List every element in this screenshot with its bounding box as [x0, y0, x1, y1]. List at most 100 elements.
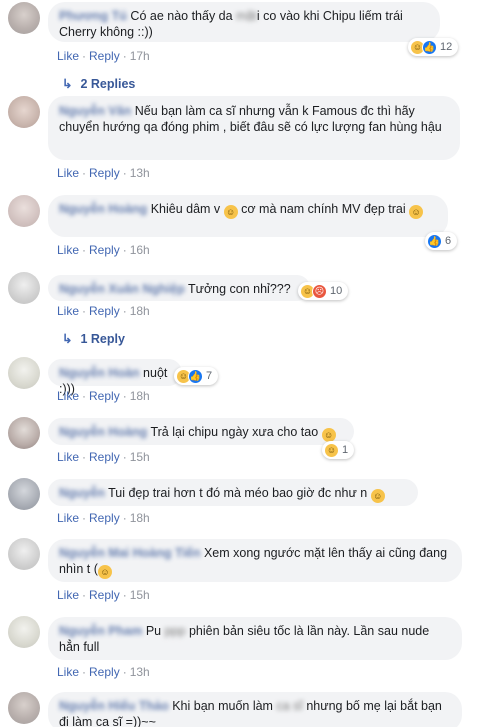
reply-link[interactable]: Reply [89, 166, 120, 180]
timestamp[interactable]: 18h [130, 304, 150, 318]
reaction-summary[interactable]: ☺ 1 [322, 441, 355, 459]
commenter-name[interactable]: Nguyễn Hiếu Thảo [59, 699, 169, 713]
separator: · [82, 389, 87, 403]
commenter-name[interactable]: Nguyễn Hoàn [59, 366, 140, 380]
like-link[interactable]: Like [57, 304, 79, 318]
like-reaction-icon: 👍 [422, 39, 437, 55]
comment-bubble: Nguyễn Hoàng Trả lại chipu ngày xưa cho … [48, 418, 354, 445]
comment-text: Tưởng con nhỉ??? [187, 282, 291, 296]
comment-text: Pu [145, 624, 165, 638]
comment-actions: Like · Reply · 17h [57, 49, 150, 63]
avatar[interactable] [8, 272, 40, 304]
commenter-name[interactable]: Nguyễn Pham [59, 624, 142, 638]
separator: · [122, 304, 127, 318]
reply-arrow-icon: ↳ [62, 77, 73, 91]
like-link[interactable]: Like [57, 166, 79, 180]
comment-actions: Like · Reply · 13h [57, 665, 150, 679]
comment-actions: Like · Reply · 18h [57, 511, 150, 525]
avatar[interactable] [8, 357, 40, 389]
avatar[interactable] [8, 417, 40, 449]
separator: · [82, 588, 87, 602]
comment-bubble: Nguyễn Hoàn nuột :))) [48, 359, 182, 396]
smile-emoji-icon: ☺ [223, 205, 238, 219]
separator: · [82, 665, 87, 679]
like-link[interactable]: Like [57, 450, 79, 464]
reaction-summary[interactable]: ☺ ☹ 10 [298, 282, 349, 300]
separator: · [122, 49, 127, 63]
avatar[interactable] [8, 195, 40, 227]
comment-bubble: Nguyễn Pham Pu ppp phiên bản siêu tốc là… [48, 617, 462, 660]
comment-actions: Like · Reply · 16h [57, 243, 150, 257]
reply-link[interactable]: Reply [89, 450, 120, 464]
view-replies-link[interactable]: ↳ 2 Replies [62, 76, 135, 91]
blurred-word: mặt [236, 9, 257, 23]
blurred-word: ca sĩ [276, 699, 303, 713]
like-link[interactable]: Like [57, 49, 79, 63]
reply-link[interactable]: Reply [89, 49, 120, 63]
avatar[interactable] [8, 692, 40, 724]
commenter-name[interactable]: Phương Tú [59, 9, 127, 23]
reply-link[interactable]: Reply [89, 665, 120, 679]
reply-link[interactable]: Reply [89, 511, 120, 525]
comment-text: cơ mà nam chính MV đẹp trai [237, 202, 410, 216]
commenter-name[interactable]: Nguyễn Văn [59, 104, 131, 118]
like-link[interactable]: Like [57, 588, 79, 602]
commenter-name[interactable]: Nguyễn [59, 486, 105, 500]
smile-emoji-icon: ☺ [370, 489, 385, 503]
commenter-name[interactable]: Nguyễn Xuân Nghiệp [59, 282, 185, 296]
comment-actions: Like · Reply · 18h [57, 304, 150, 318]
timestamp[interactable]: 13h [130, 166, 150, 180]
separator: · [122, 665, 127, 679]
replies-count-label[interactable]: 1 Reply [80, 332, 124, 346]
reaction-summary[interactable]: ☺ 👍 12 [408, 38, 459, 56]
separator: · [122, 511, 127, 525]
comment-bubble: Nguyễn Xuân Nghiệp Tưởng con nhỉ??? [48, 275, 310, 301]
reaction-count: 10 [330, 285, 343, 297]
commenter-name[interactable]: Nguyễn Hoàng [59, 202, 147, 216]
reaction-count: 12 [440, 41, 453, 53]
reply-arrow-icon: ↳ [62, 332, 73, 346]
like-link[interactable]: Like [57, 389, 79, 403]
avatar[interactable] [8, 478, 40, 510]
timestamp[interactable]: 15h [130, 588, 150, 602]
timestamp[interactable]: 18h [130, 389, 150, 403]
avatar[interactable] [8, 96, 40, 128]
avatar[interactable] [8, 2, 40, 34]
separator: · [122, 588, 127, 602]
haha-reaction-icon: ☺ [324, 442, 339, 458]
timestamp[interactable]: 17h [130, 49, 150, 63]
replies-count-label[interactable]: 2 Replies [80, 77, 135, 91]
comment-actions: Like · Reply · 15h [57, 450, 150, 464]
separator: · [122, 243, 127, 257]
reply-link[interactable]: Reply [89, 304, 120, 318]
timestamp[interactable]: 16h [130, 243, 150, 257]
separator: · [82, 304, 87, 318]
timestamp[interactable]: 15h [130, 450, 150, 464]
commenter-name[interactable]: Nguyễn Mai Hoàng Tiến [59, 546, 200, 560]
comment-text: Khi bạn muốn làm [172, 699, 277, 713]
smile-emoji-icon: ☺ [409, 205, 424, 219]
smile-emoji-icon: ☺ [321, 428, 336, 442]
separator: · [122, 389, 127, 403]
comment-bubble: Nguyễn Văn Nếu bạn làm ca sĩ nhưng vẫn k… [48, 96, 460, 160]
separator: · [122, 166, 127, 180]
avatar[interactable] [8, 538, 40, 570]
reply-link[interactable]: Reply [89, 588, 120, 602]
like-link[interactable]: Like [57, 511, 79, 525]
timestamp[interactable]: 13h [130, 665, 150, 679]
comment-text: Khiêu dâm v [150, 202, 221, 216]
commenter-name[interactable]: Nguyễn Hoàng [59, 425, 147, 439]
comment-bubble: Nguyễn Tui đẹp trai hơn t đó mà méo bao … [48, 479, 418, 506]
comment-bubble: Nguyễn Hoàng Khiêu dâm v ☺ cơ mà nam chí… [48, 195, 448, 237]
view-replies-link[interactable]: ↳ 1 Reply [62, 331, 125, 346]
separator: · [82, 166, 87, 180]
reply-link[interactable]: Reply [89, 243, 120, 257]
reaction-summary[interactable]: 👍 6 [425, 232, 458, 250]
like-link[interactable]: Like [57, 665, 79, 679]
comment-text: Trả lại chipu ngày xưa cho tao [150, 425, 322, 439]
avatar[interactable] [8, 616, 40, 648]
reply-link[interactable]: Reply [89, 389, 120, 403]
reaction-summary[interactable]: ☺ 👍 7 [174, 367, 219, 385]
like-link[interactable]: Like [57, 243, 79, 257]
timestamp[interactable]: 18h [130, 511, 150, 525]
